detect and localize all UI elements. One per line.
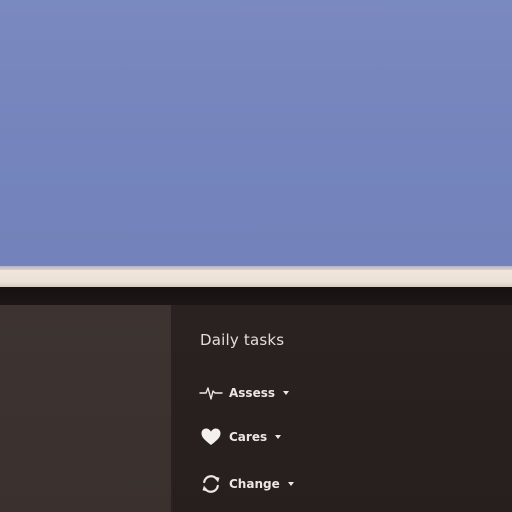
chevron-down-icon	[283, 391, 289, 395]
dark-bezel	[0, 287, 512, 305]
menu-item-assess[interactable]: Assess	[199, 382, 289, 404]
light-strip	[0, 270, 512, 287]
menu-item-label: Assess	[229, 386, 275, 400]
menu-item-label: Cares	[229, 430, 268, 444]
heart-icon	[199, 426, 223, 448]
chevron-down-icon	[275, 435, 282, 439]
refresh-icon	[199, 473, 223, 495]
menu-title: Daily tasks	[200, 331, 285, 349]
menu-item-label: Change	[229, 477, 280, 491]
menu-item-change[interactable]: Change	[199, 473, 294, 495]
left-panel	[0, 305, 171, 512]
chevron-down-icon	[287, 482, 294, 486]
menu-item-cares[interactable]: Cares	[199, 426, 282, 448]
screen: Daily tasks Assess Cares Change	[0, 0, 512, 512]
upper-display-area	[0, 0, 512, 266]
heartbeat-icon	[199, 382, 223, 404]
